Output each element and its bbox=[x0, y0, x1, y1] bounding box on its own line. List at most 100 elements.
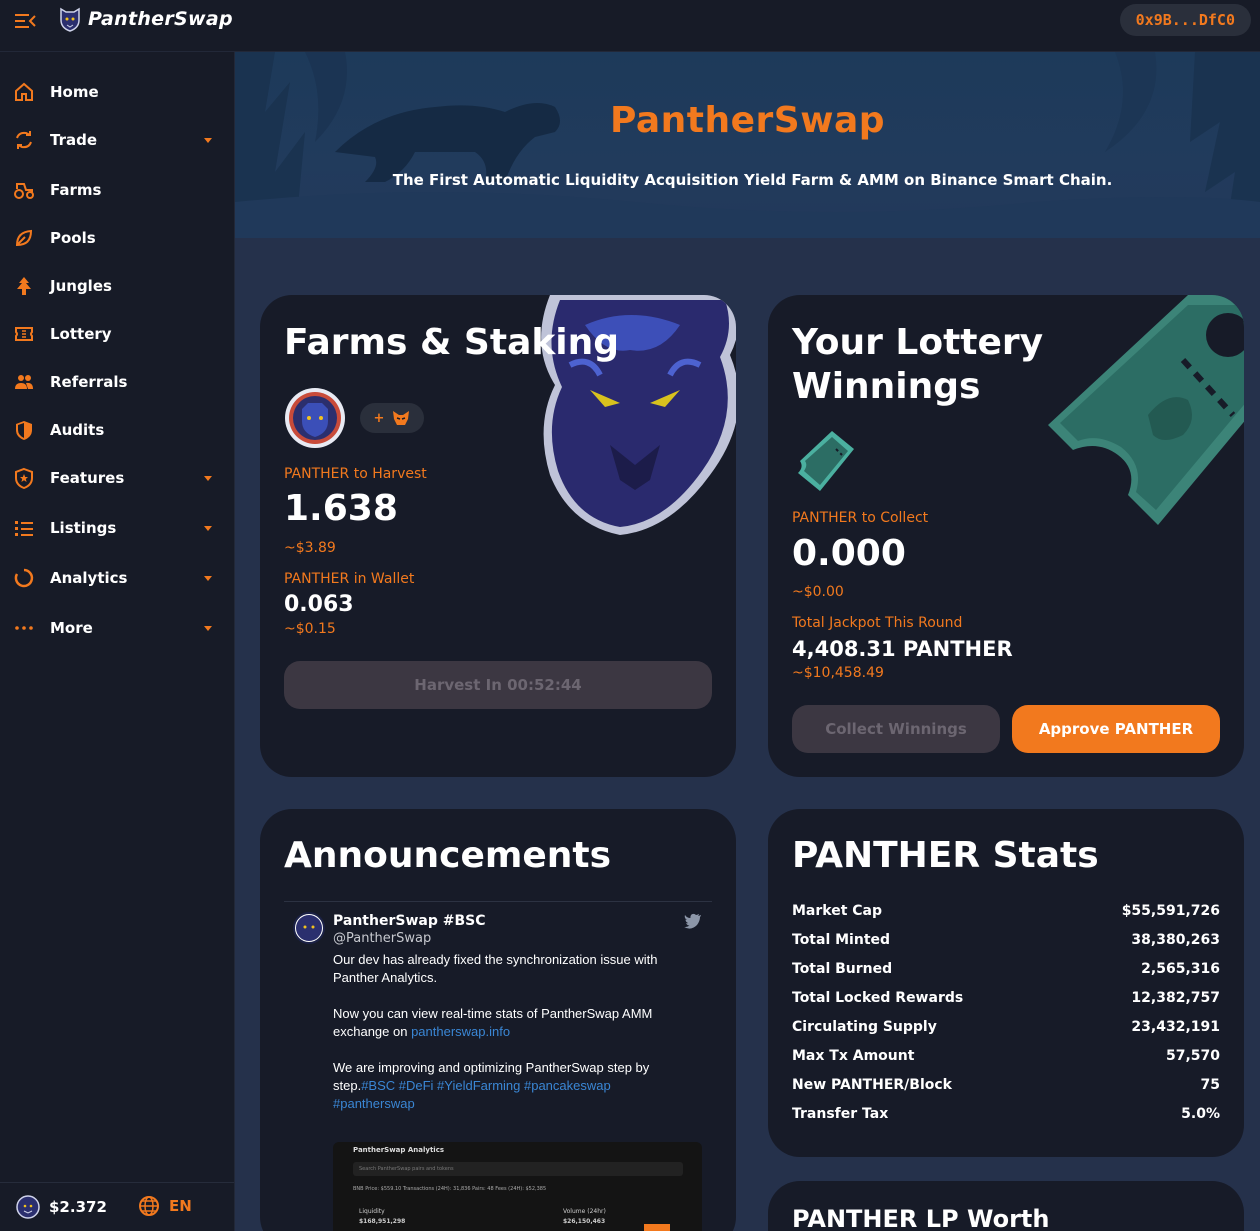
tweet-author-name[interactable]: PantherSwap #BSC bbox=[333, 913, 485, 929]
stat-label: Max Tx Amount bbox=[792, 1048, 915, 1064]
price-value: $2.372 bbox=[49, 1198, 107, 1216]
ring-icon bbox=[14, 568, 34, 588]
list-icon bbox=[15, 521, 33, 536]
sidebar-item-home[interactable]: Home bbox=[0, 70, 234, 114]
stat-value: 2,565,316 bbox=[1141, 961, 1220, 977]
sidebar-item-trade[interactable]: Trade bbox=[0, 118, 234, 162]
jackpot-value: 4,408.31 PANTHER bbox=[792, 637, 1013, 661]
collect-value: 0.000 bbox=[792, 533, 906, 574]
sidebar-item-audits[interactable]: Audits bbox=[0, 408, 234, 452]
stat-label: Circulating Supply bbox=[792, 1019, 937, 1035]
stat-value: 38,380,263 bbox=[1131, 932, 1220, 948]
sidebar-item-pools[interactable]: Pools bbox=[0, 216, 234, 260]
media-title: PantherSwap Analytics bbox=[353, 1146, 445, 1154]
stat-label: New PANTHER/Block bbox=[792, 1077, 952, 1093]
sidebar-item-label: Audits bbox=[50, 421, 105, 439]
media-stats-row: BNB Price: $559.10 Transactions (24H): 3… bbox=[353, 1186, 547, 1192]
hashtag-links[interactable]: #BSC #DeFi #YieldFarming #pancakeswap #p… bbox=[333, 1078, 611, 1111]
stat-value: 23,432,191 bbox=[1131, 1019, 1220, 1035]
approve-panther-button[interactable]: Approve PANTHER bbox=[1012, 705, 1220, 753]
media-volume-label: Volume (24hr) bbox=[563, 1208, 606, 1215]
sidebar-item-label: Jungles bbox=[50, 277, 112, 295]
sidebar-item-label: Listings bbox=[50, 519, 117, 537]
brand-logo[interactable]: PantherSwap bbox=[58, 6, 233, 32]
lp-worth-title: PANTHER LP Worth bbox=[792, 1205, 1050, 1231]
chevron-down-icon bbox=[204, 475, 212, 481]
hero-banner: PantherSwap The First Automatic Liquidit… bbox=[235, 52, 1260, 238]
sidebar-item-lottery[interactable]: Lottery bbox=[0, 312, 234, 356]
sidebar-item-jungles[interactable]: Jungles bbox=[0, 264, 234, 308]
tweet-body: Our dev has already fixed the synchroniz… bbox=[333, 951, 693, 1131]
twitter-bird-icon[interactable] bbox=[684, 913, 702, 929]
panther-logo-icon bbox=[60, 7, 80, 32]
lp-worth-card: PANTHER LP Worth bbox=[768, 1181, 1244, 1231]
farms-title: Farms & Staking bbox=[284, 322, 620, 363]
harvest-label: PANTHER to Harvest bbox=[284, 466, 427, 482]
lottery-title-line2: Winnings bbox=[792, 366, 981, 407]
metamask-fox-icon bbox=[393, 411, 410, 425]
sidebar-item-features[interactable]: Features bbox=[0, 456, 234, 500]
collect-winnings-button[interactable]: Collect Winnings bbox=[792, 705, 1000, 753]
stat-label: Total Locked Rewards bbox=[792, 990, 964, 1006]
collect-label: PANTHER to Collect bbox=[792, 510, 929, 526]
wallet-address-button[interactable]: 0x9B...DfC0 bbox=[1119, 4, 1251, 36]
wallet-usd: ~$0.15 bbox=[284, 621, 336, 637]
pantherswap-info-link[interactable]: pantherswap.info bbox=[411, 1024, 510, 1039]
jackpot-label: Total Jackpot This Round bbox=[792, 615, 963, 631]
tweet-embed[interactable]: PantherSwap #BSC @PantherSwap Our dev ha… bbox=[284, 901, 712, 1231]
stat-label: Total Minted bbox=[792, 932, 891, 948]
panther-price[interactable]: $2.372 bbox=[16, 1195, 107, 1219]
media-search: Search PantherSwap pairs and tokens bbox=[353, 1162, 683, 1176]
stats-row: Transfer Tax 5.0% bbox=[792, 1106, 1220, 1135]
harvest-usd: ~$3.89 bbox=[284, 540, 336, 556]
wallet-label: PANTHER in Wallet bbox=[284, 571, 415, 587]
sidebar-item-listings[interactable]: Listings bbox=[0, 506, 234, 550]
sidebar-item-label: Pools bbox=[50, 229, 96, 247]
sidebar-item-label: Farms bbox=[50, 181, 102, 199]
tweet-author-handle[interactable]: @PantherSwap bbox=[333, 931, 431, 946]
stats-row: Total Locked Rewards 12,382,757 bbox=[792, 990, 1220, 1019]
tweet-media-image[interactable]: PantherSwap Analytics Search PantherSwap… bbox=[333, 1142, 702, 1231]
panther-avatar-icon bbox=[296, 915, 322, 941]
stats-row: Circulating Supply 23,432,191 bbox=[792, 1019, 1220, 1048]
language-selector[interactable]: EN bbox=[138, 1195, 192, 1217]
lottery-ticket-illustration bbox=[1048, 295, 1244, 525]
ticket-icon bbox=[15, 327, 33, 341]
sidebar-item-label: Features bbox=[50, 469, 125, 487]
plus-label: + bbox=[373, 410, 385, 426]
chevron-down-icon bbox=[204, 525, 212, 531]
avatar[interactable] bbox=[293, 912, 325, 944]
wallet-value: 0.063 bbox=[284, 592, 354, 617]
sidebar-item-more[interactable]: More bbox=[0, 606, 234, 650]
dots-icon bbox=[15, 626, 33, 630]
chevron-down-icon bbox=[204, 625, 212, 631]
sidebar-item-referrals[interactable]: Referrals bbox=[0, 360, 234, 404]
sidebar: Home Trade Farms Pools Jungles Lottery R… bbox=[0, 52, 235, 1231]
sidebar-item-label: Referrals bbox=[50, 373, 128, 391]
tree-icon bbox=[17, 277, 31, 295]
home-icon bbox=[15, 82, 33, 101]
leaf-icon bbox=[15, 229, 33, 247]
stat-label: Total Burned bbox=[792, 961, 893, 977]
sidebar-item-analytics[interactable]: Analytics bbox=[0, 556, 234, 600]
stats-row: Market Cap $55,591,726 bbox=[792, 903, 1220, 932]
stat-value: 5.0% bbox=[1181, 1106, 1220, 1122]
brand-name: PantherSwap bbox=[88, 8, 233, 30]
globe-icon bbox=[139, 1196, 159, 1216]
jackpot-usd: ~$10,458.49 bbox=[792, 665, 884, 681]
swap-icon bbox=[16, 131, 32, 149]
panther-token-icon bbox=[285, 388, 345, 448]
add-to-metamask-button[interactable]: + bbox=[360, 403, 424, 433]
sidebar-item-label: More bbox=[50, 619, 93, 637]
sidebar-footer: $2.372 EN bbox=[0, 1182, 234, 1231]
jungle-illustration bbox=[235, 52, 1260, 238]
sidebar-item-farms[interactable]: Farms bbox=[0, 168, 234, 212]
ticket-icon bbox=[798, 431, 854, 491]
stat-value: $55,591,726 bbox=[1121, 903, 1220, 919]
hero-title: PantherSwap bbox=[609, 100, 886, 141]
stat-label: Transfer Tax bbox=[792, 1106, 889, 1122]
harvest-button[interactable]: Harvest In 00:52:44 bbox=[284, 661, 712, 709]
chevron-down-icon bbox=[204, 137, 212, 143]
menu-collapse-icon[interactable] bbox=[13, 10, 37, 32]
sidebar-item-label: Home bbox=[50, 83, 99, 101]
